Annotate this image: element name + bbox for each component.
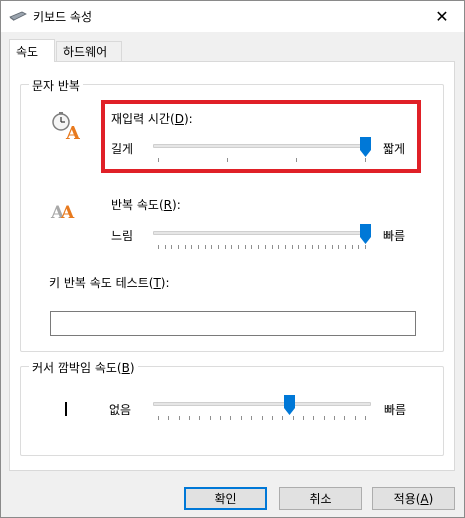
slider-tick (199, 416, 200, 420)
cancel-button[interactable]: 취소 (279, 487, 362, 510)
slider-tick (303, 416, 304, 420)
tab-speed-label: 속도 (16, 44, 39, 59)
cursor-blink-group: 커서 깜박임 속도(B) (20, 359, 444, 456)
slider-tick (282, 416, 283, 420)
slider-tick (358, 245, 359, 249)
close-button[interactable]: ✕ (420, 1, 464, 32)
slider-tick (312, 245, 313, 249)
title-bar: 키보드 속성 ✕ (1, 1, 464, 32)
slider-tick (245, 245, 246, 249)
slider-tick (352, 245, 353, 249)
svg-text:A: A (60, 203, 75, 223)
slider-tick (278, 245, 279, 249)
cursor-blink-slider-track (153, 402, 371, 406)
slider-tick (241, 416, 242, 420)
slider-tick (168, 416, 169, 420)
slider-tick (158, 416, 159, 420)
slider-tick (285, 245, 286, 249)
slider-tick (293, 416, 294, 420)
tab-hardware[interactable]: 하드웨어 (56, 41, 122, 61)
svg-text:A: A (65, 123, 80, 140)
slider-tick (171, 245, 172, 249)
slider-tick (231, 245, 232, 249)
slider-tick (292, 245, 293, 249)
slider-tick (251, 416, 252, 420)
slider-tick (272, 245, 273, 249)
character-repeat-group-label: 문자 반복 (29, 77, 83, 94)
slider-tick (210, 416, 211, 420)
slider-tick (298, 245, 299, 249)
repeat-rate-label: 반복 속도(R): (111, 198, 181, 212)
slider-tick (355, 416, 356, 420)
repeat-test-label: 키 반복 속도 테스트(T): (49, 276, 170, 290)
slider-tick (178, 245, 179, 249)
slider-tick (265, 245, 266, 249)
cursor-blink-group-label: 커서 깜박임 속도(B) (29, 359, 138, 376)
apply-button[interactable]: 적용(A) (372, 487, 455, 510)
slider-tick (324, 416, 325, 420)
window-title: 키보드 속성 (33, 10, 93, 24)
keyboard-icon (9, 11, 27, 21)
slider-tick (225, 245, 226, 249)
slider-tick (220, 416, 221, 420)
cursor-blink-fast-label: 빠름 (384, 403, 407, 417)
slider-tick (345, 245, 346, 249)
repeat-rate-icon: A A (50, 203, 75, 223)
slider-tick (205, 245, 206, 249)
repeat-rate-slow-label: 느림 (111, 229, 134, 243)
tab-hardware-label: 하드웨어 (63, 45, 108, 59)
slider-tick (238, 245, 239, 249)
apply-button-label: 적용(A) (393, 492, 434, 506)
slider-tick (185, 245, 186, 249)
speed-tab-panel: 문자 반복 A 재입력 시간(D): 길게 짧게 A A 반복 속도(R): 느… (9, 61, 455, 471)
slider-tick (251, 245, 252, 249)
slider-tick (211, 245, 212, 249)
slider-tick (338, 245, 339, 249)
slider-tick (179, 416, 180, 420)
slider-tick (158, 245, 159, 249)
slider-tick (332, 245, 333, 249)
keyboard-properties-window: 키보드 속성 ✕ 속도 하드웨어 문자 반복 A 재입력 시간(D): 길게 짧… (0, 0, 465, 518)
slider-tick (365, 416, 366, 420)
slider-tick (258, 245, 259, 249)
slider-tick (198, 245, 199, 249)
repeat-test-input[interactable] (50, 311, 416, 336)
slider-tick (272, 416, 273, 420)
repeat-delay-highlight-box (101, 100, 421, 173)
ok-button[interactable]: 확인 (184, 487, 267, 510)
repeat-rate-fast-label: 빠름 (383, 229, 406, 243)
tab-speed[interactable]: 속도 (9, 39, 55, 62)
slider-tick (318, 245, 319, 249)
slider-tick (344, 416, 345, 420)
repeat-rate-slider-track (153, 231, 371, 235)
slider-tick (334, 416, 335, 420)
cancel-button-label: 취소 (309, 492, 332, 506)
slider-tick (230, 416, 231, 420)
slider-tick (365, 245, 366, 249)
slider-tick (262, 416, 263, 420)
cursor-preview-icon (65, 402, 67, 416)
slider-tick (189, 416, 190, 420)
slider-tick (313, 416, 314, 420)
cursor-blink-none-label: 없음 (109, 403, 132, 417)
ok-button-label: 확인 (214, 492, 237, 506)
repeat-delay-icon: A (52, 112, 80, 140)
slider-tick (191, 245, 192, 249)
close-icon: ✕ (435, 7, 449, 26)
slider-tick (325, 245, 326, 249)
slider-tick (165, 245, 166, 249)
slider-tick (218, 245, 219, 249)
slider-tick (305, 245, 306, 249)
